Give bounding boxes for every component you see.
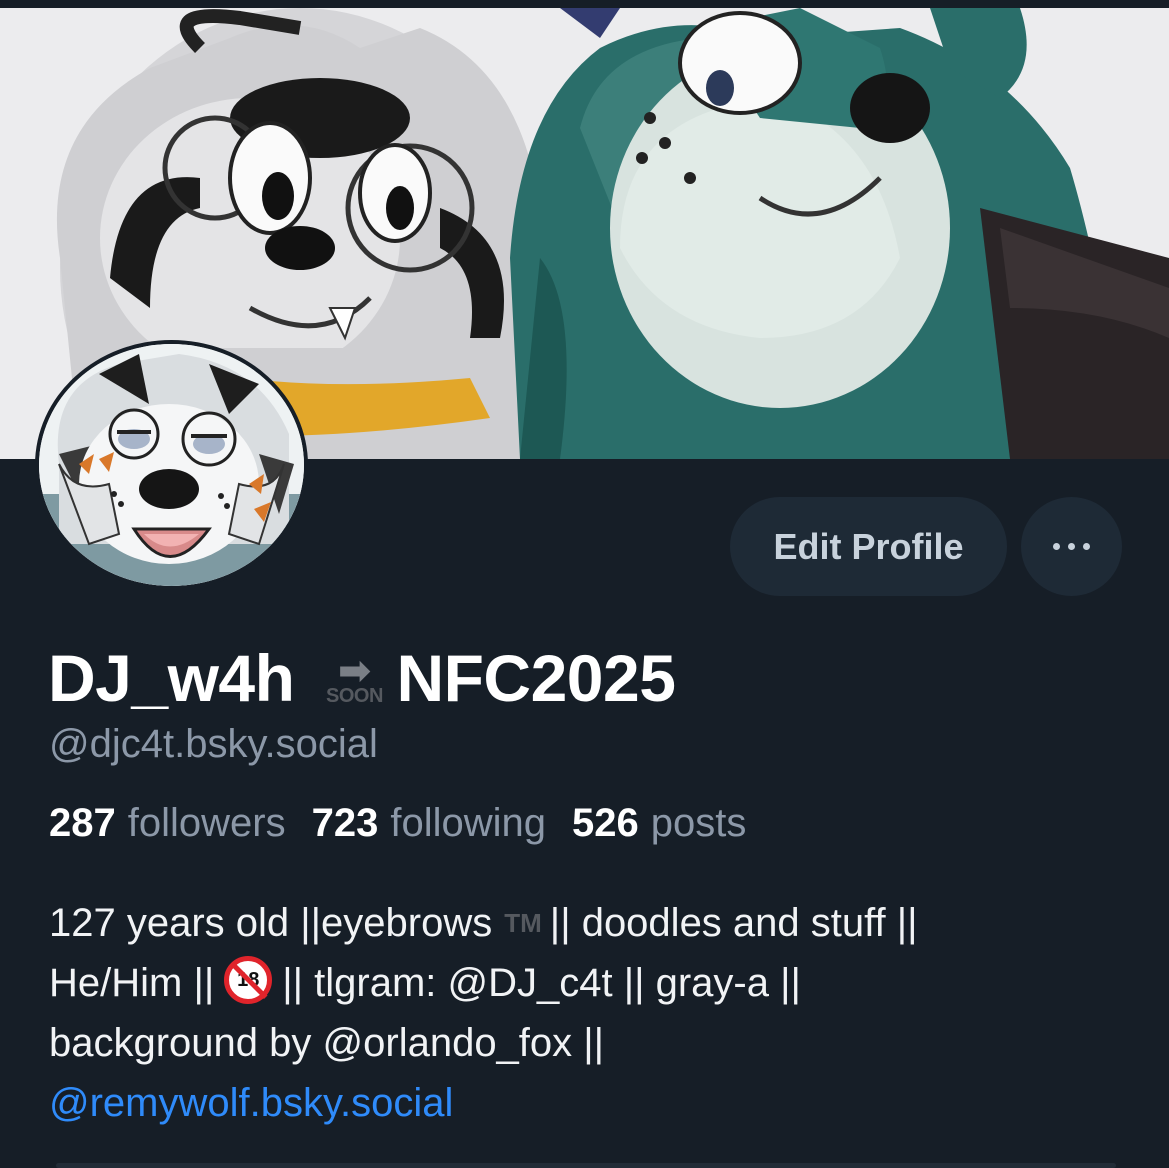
display-name: DJ_w4h ➡ SOON NFC2025 (48, 636, 676, 716)
posts-count: 526 (572, 801, 639, 845)
display-name-part1: DJ_w4h (48, 641, 295, 715)
bio-line-2: He/Him || 18 || tlgram: @DJ_c4t || gray-a … (49, 953, 1139, 1013)
divider (56, 1163, 1116, 1168)
bio-mention-link[interactable]: @remywolf.bsky.social (49, 1081, 453, 1125)
followers-stat[interactable]: 287 followers (49, 801, 286, 846)
following-count: 723 (311, 801, 379, 845)
edit-profile-label: Edit Profile (773, 525, 964, 567)
followers-label: followers (127, 801, 286, 845)
profile-handle: @djc4t.bsky.social (49, 722, 378, 766)
bio-line-1: 127 years old ||eyebrows TM || doodles and… (49, 901, 918, 945)
profile-avatar[interactable] (35, 340, 308, 590)
more-options-button[interactable] (1021, 497, 1122, 596)
following-label: following (390, 801, 546, 845)
profile-bio: 127 years old ||eyebrows TM || doodles and… (49, 893, 1139, 1133)
posts-stat: 526 posts (572, 801, 746, 846)
following-stat[interactable]: 723 following (312, 801, 546, 846)
posts-label: posts (650, 801, 747, 845)
bio-line-4: @remywolf.bsky.social (49, 1073, 1139, 1133)
more-horizontal-icon (1053, 543, 1090, 550)
bio-line-3: background by @orlando_fox || (49, 1021, 605, 1065)
soon-arrow-icon: ➡ SOON (325, 649, 383, 707)
no-under-18-icon: 18 (224, 956, 273, 1004)
profile-stats: 287 followers 723 following 526 posts (49, 801, 746, 846)
display-name-part2: NFC2025 (396, 641, 676, 715)
edit-profile-button[interactable]: Edit Profile (730, 497, 1007, 596)
followers-count: 287 (49, 801, 116, 845)
trademark-icon: TM (504, 908, 542, 938)
